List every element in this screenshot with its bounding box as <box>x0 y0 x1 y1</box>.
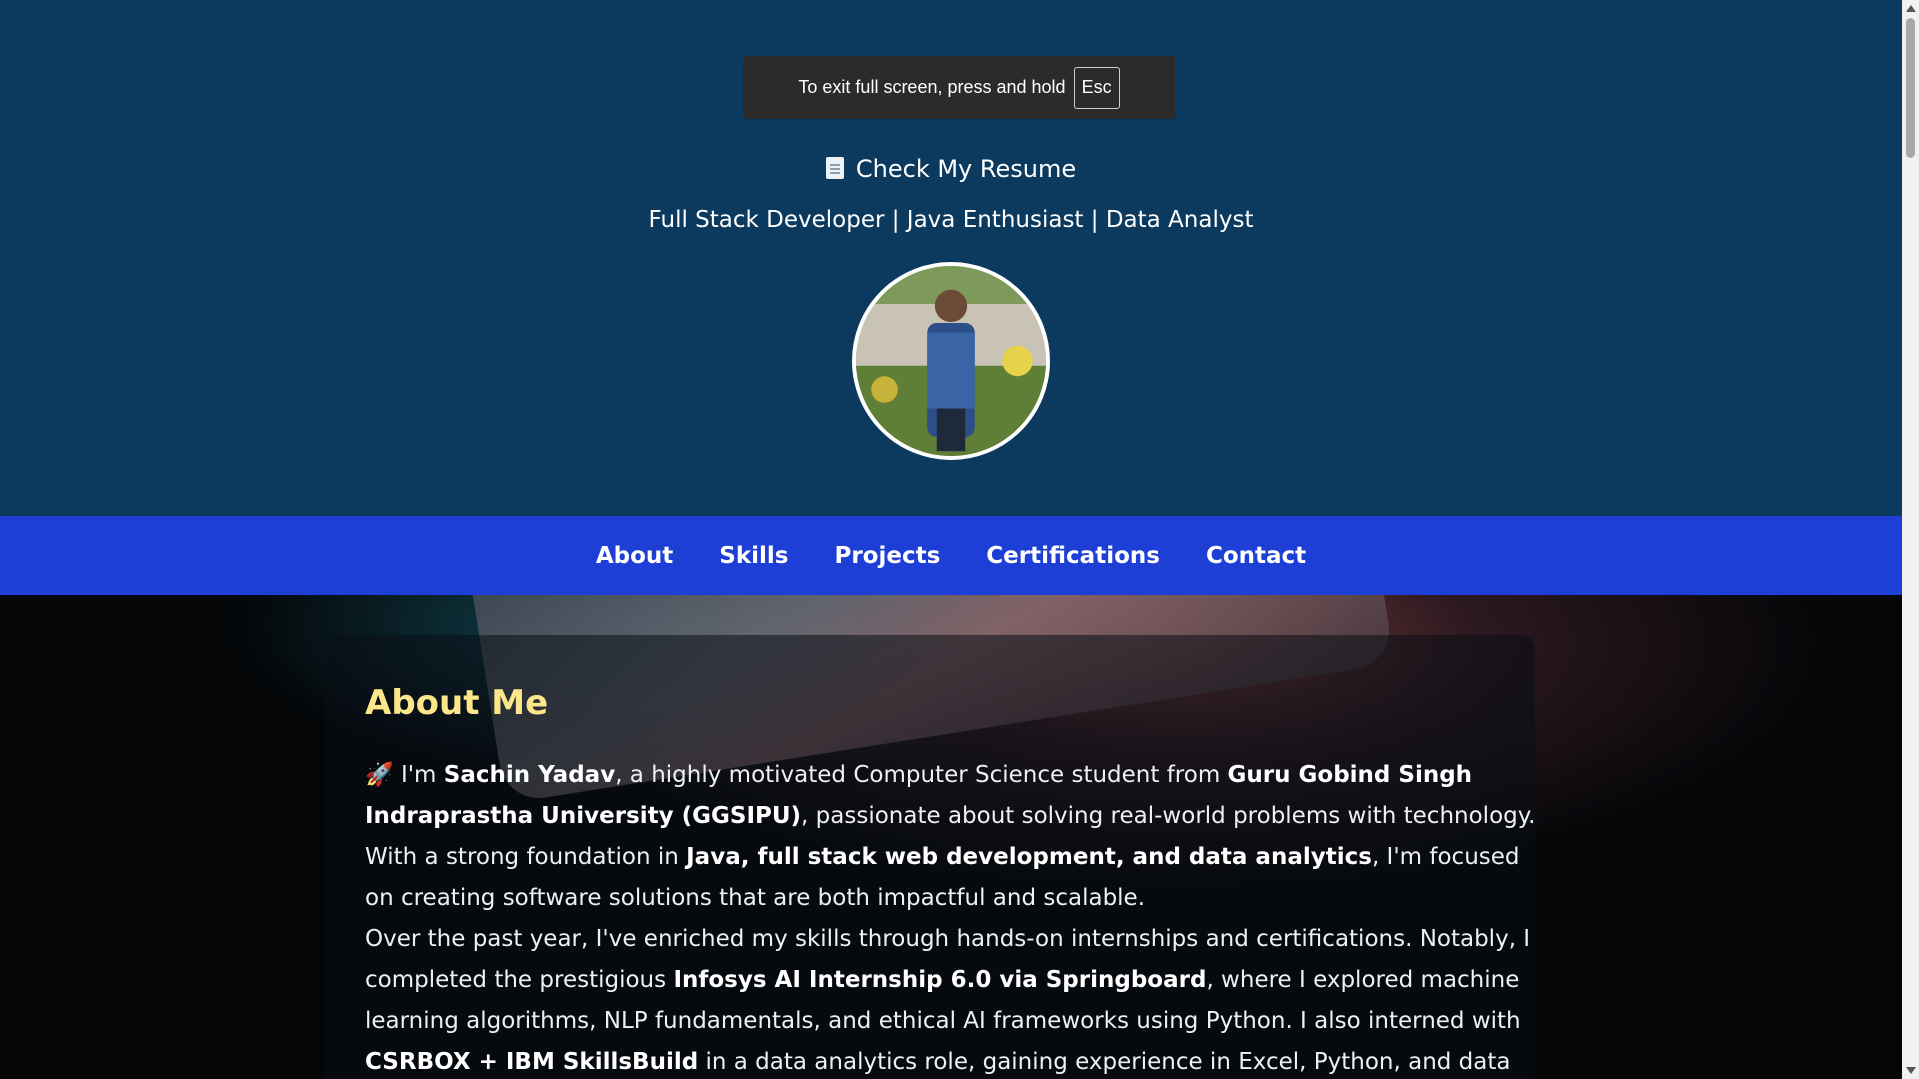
document-icon <box>825 157 844 179</box>
scroll-up-arrow-icon[interactable] <box>1906 5 1916 12</box>
fullscreen-exit-toast: To exit full screen, press and hold Esc <box>743 56 1175 119</box>
nav-contact[interactable]: Contact <box>1206 543 1306 569</box>
text-run: 🚀 I'm <box>365 762 444 788</box>
about-section: About Me 🚀 I'm Sachin Yadav, a highly mo… <box>0 595 1902 1079</box>
profile-photo <box>856 266 1046 456</box>
bold-name: Sachin Yadav <box>443 762 616 788</box>
profile-avatar <box>852 262 1050 460</box>
text-run: , a highly motivated Computer Science st… <box>615 762 1228 788</box>
about-paragraph-2: Over the past year, I've enriched my ski… <box>365 919 1540 1079</box>
bold-skills: Java, full stack web development, and da… <box>686 844 1372 870</box>
resume-link[interactable]: Check My Resume <box>0 155 1902 183</box>
scrollbar-thumb[interactable] <box>1906 18 1915 158</box>
nav-certifications[interactable]: Certifications <box>986 543 1160 569</box>
page-scrollbar[interactable] <box>1902 0 1919 1079</box>
esc-key-hint: Esc <box>1073 66 1120 109</box>
nav-projects[interactable]: Projects <box>834 543 940 569</box>
about-body: 🚀 I'm Sachin Yadav, a highly motivated C… <box>365 755 1540 1079</box>
nav-skills[interactable]: Skills <box>719 543 788 569</box>
main-nav: About Skills Projects Certifications Con… <box>0 516 1902 595</box>
bold-internship: Infosys AI Internship 6.0 via Springboar… <box>673 967 1207 993</box>
toast-message: To exit full screen, press and hold <box>798 77 1066 97</box>
about-paragraph-1: 🚀 I'm Sachin Yadav, a highly motivated C… <box>365 755 1540 919</box>
about-title: About Me <box>365 683 549 723</box>
tagline: Full Stack Developer | Java Enthusiast |… <box>648 207 1254 233</box>
hero-header: To exit full screen, press and hold Esc … <box>0 0 1902 516</box>
resume-link-label: Check My Resume <box>855 155 1077 183</box>
scroll-down-arrow-icon[interactable] <box>1906 1067 1916 1074</box>
bold-internship-2: CSRBOX + IBM SkillsBuild <box>365 1049 699 1075</box>
nav-about[interactable]: About <box>596 543 673 569</box>
